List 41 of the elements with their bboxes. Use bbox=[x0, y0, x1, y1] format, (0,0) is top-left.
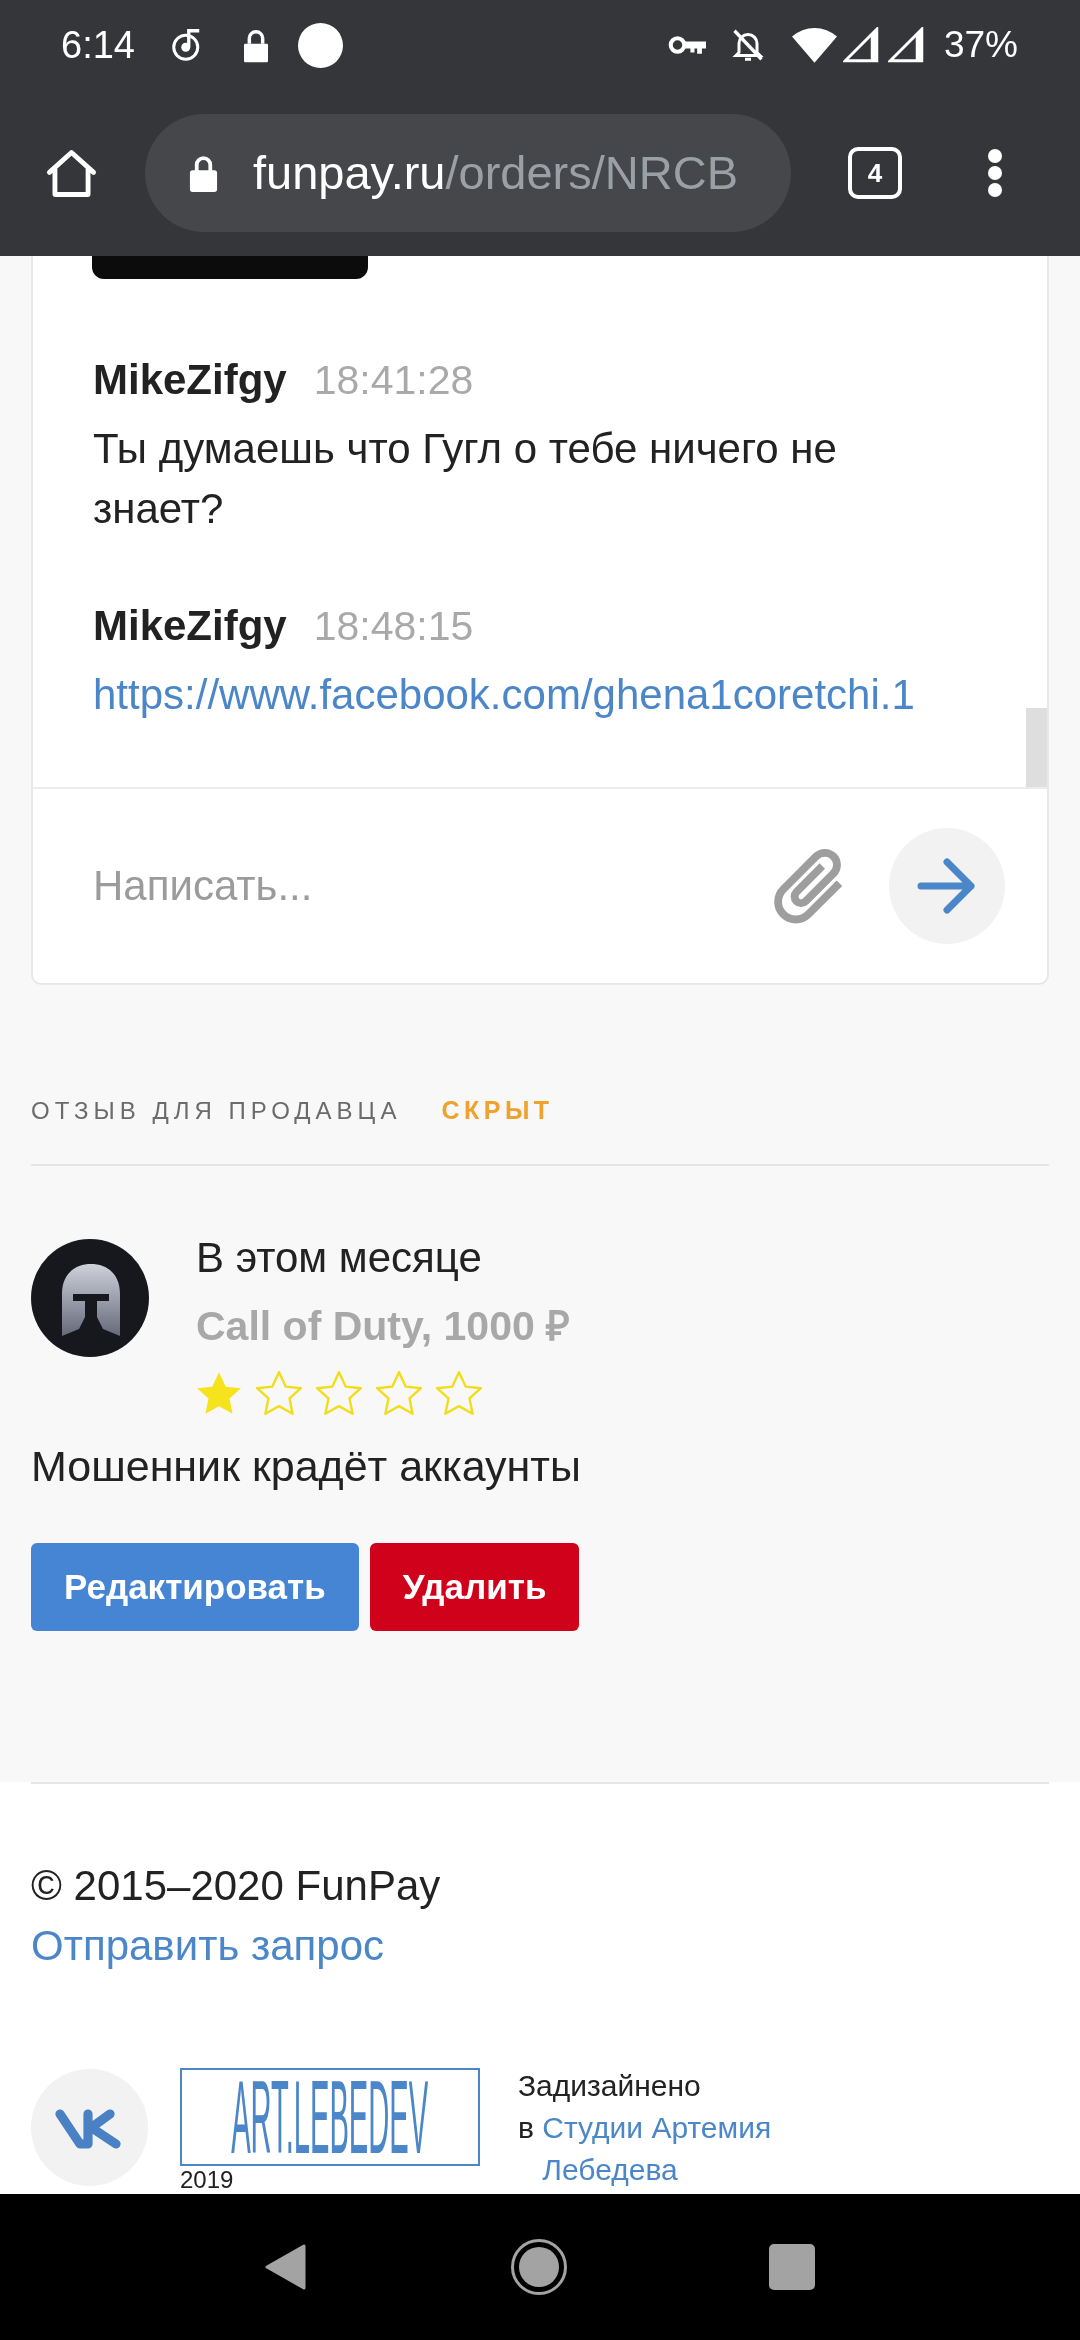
message-input[interactable]: Написать... bbox=[93, 856, 768, 916]
menu-icon[interactable] bbox=[988, 149, 1002, 197]
address-bar[interactable]: funpay.ru/orders/NRCB bbox=[145, 114, 791, 232]
support-link[interactable]: Отправить запрос bbox=[31, 1921, 384, 1971]
copyright-text: © 2015–2020 FunPay bbox=[31, 1861, 442, 1911]
message-time: 18:48:15 bbox=[313, 602, 474, 651]
message-time: 18:41:28 bbox=[313, 356, 474, 405]
url-text: funpay.ru/orders/NRCB bbox=[253, 145, 738, 201]
star-icon bbox=[436, 1371, 482, 1415]
star-icon bbox=[376, 1371, 422, 1415]
studio-logo[interactable]: ART.LEBEDEV bbox=[180, 2068, 480, 2166]
message-author: MikeZifgy bbox=[93, 355, 287, 405]
section-heading: ОТЗЫВ ДЛЯ ПРОДАВЦА bbox=[31, 1096, 402, 1126]
key-icon bbox=[667, 34, 706, 56]
status-label: СКРЫТ bbox=[441, 1095, 554, 1126]
review-date: В этом месяце bbox=[196, 1233, 482, 1283]
star-icon bbox=[196, 1371, 242, 1415]
battery-percent: 37% bbox=[943, 23, 1018, 67]
year-text: 2019 bbox=[180, 2168, 235, 2192]
message-text: Ты думаешь что Гугл о тебе ничего не знает? bbox=[93, 424, 838, 534]
home-button-icon[interactable] bbox=[511, 2239, 567, 2295]
scrollbar-thumb[interactable] bbox=[1026, 708, 1047, 787]
delete-button[interactable]: Удалить bbox=[369, 1543, 580, 1631]
review-text: Мошенник крадёт аккаунты bbox=[31, 1441, 582, 1491]
studio-link[interactable]: Студии Артемия Лебедева bbox=[542, 2107, 823, 2191]
notification-dot-icon bbox=[297, 22, 343, 68]
back-icon[interactable] bbox=[264, 2243, 306, 2291]
message-author: MikeZifgy bbox=[93, 601, 287, 651]
wifi-icon bbox=[791, 27, 837, 63]
order-title: Call of Duty, 1000 ₽ bbox=[196, 1302, 571, 1351]
status-time: 6:14 bbox=[61, 23, 135, 67]
lock-icon bbox=[187, 154, 220, 192]
edit-button[interactable]: Редактировать bbox=[31, 1543, 359, 1631]
star-icon bbox=[256, 1371, 302, 1415]
signal-icon bbox=[887, 27, 924, 63]
signal-icon bbox=[842, 27, 879, 63]
designed-by-text: Задизайнено в Студии Артемия Лебедева bbox=[518, 2065, 838, 2191]
message-link[interactable]: https://www.facebook.com/ghena1coretchi.1 bbox=[93, 665, 915, 725]
arrow-right-icon bbox=[917, 857, 977, 915]
tab-switcher-button[interactable]: 4 bbox=[848, 147, 902, 199]
star-icon bbox=[316, 1371, 362, 1415]
